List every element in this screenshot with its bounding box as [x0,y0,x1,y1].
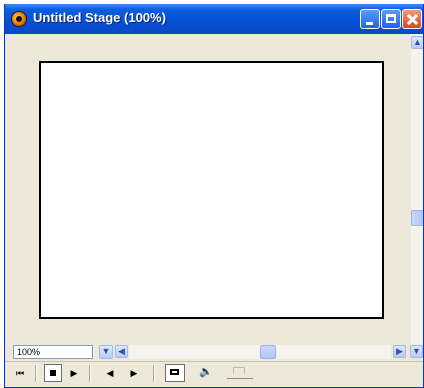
zoom-dropdown-button[interactable]: ▼ [99,345,113,359]
volume-icon[interactable]: 🔈 [199,365,213,378]
separator [153,365,155,382]
stage-viewport [5,34,410,344]
horizontal-scroll-thumb[interactable] [260,345,276,359]
separator [89,365,91,382]
window-title: Untitled Stage (100%) [33,10,166,25]
scroll-down-button[interactable]: ▼ [410,345,423,358]
scroll-right-button[interactable]: ▶ [393,345,406,358]
separator [35,365,37,382]
stage-canvas[interactable] [39,61,384,319]
close-button[interactable] [402,9,422,29]
stop-button[interactable] [44,364,62,382]
loop-playback-button[interactable] [165,364,185,382]
rewind-button[interactable]: ⏮ [13,365,27,382]
scroll-up-button[interactable]: ▲ [411,36,423,49]
vertical-scroll-thumb[interactable] [411,210,423,226]
playback-controls: ⏮ ▶ ◀ ▶ 🔈 [5,361,423,385]
play-button[interactable]: ▶ [67,365,81,382]
status-row: 100% ▼ ◀ ▶ ▼ [5,344,423,360]
step-forward-button[interactable]: ▶ [127,365,141,382]
scroll-left-button[interactable]: ◀ [115,345,128,358]
zoom-field[interactable]: 100% [13,345,93,359]
maximize-button[interactable] [381,9,401,29]
app-icon[interactable] [11,11,27,27]
step-backward-button[interactable]: ◀ [103,365,117,382]
stage-window: Untitled Stage (100%) ▲ 100% ▼ ◀ ▶ ▼ ⏮ ▶… [4,4,424,388]
title-bar[interactable]: Untitled Stage (100%) [5,4,423,34]
vertical-scrollbar[interactable]: ▲ [411,34,423,344]
minimize-button[interactable] [360,9,380,29]
volume-slider[interactable] [227,367,253,379]
